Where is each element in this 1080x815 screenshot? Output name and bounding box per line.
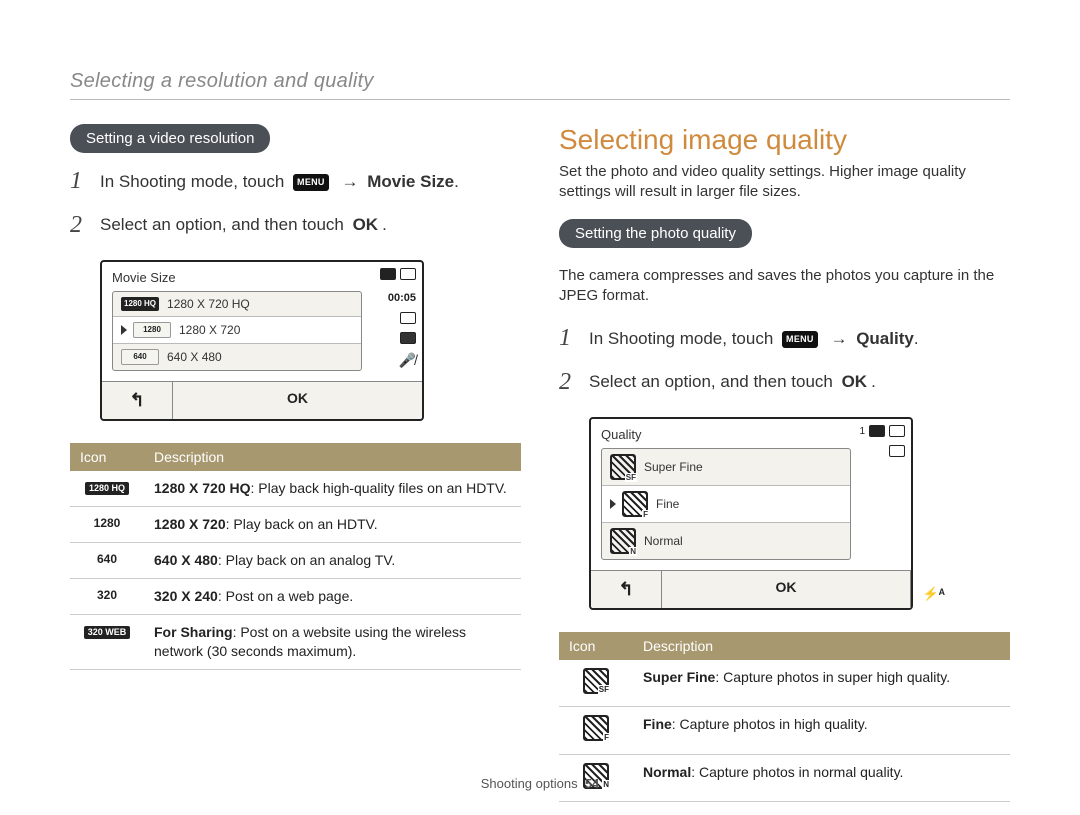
badge-f-icon <box>622 491 648 517</box>
th-description: Description <box>144 443 521 471</box>
left-column: Setting a video resolution 1 In Shooting… <box>70 124 521 802</box>
option-1280hq[interactable]: 1280 HQ 1280 X 720 HQ <box>113 292 361 316</box>
right-column: Selecting image quality Set the photo an… <box>559 124 1010 802</box>
ok-button[interactable]: OK <box>173 382 422 419</box>
video-resolution-table: Icon Description 1280 HQ 1280 X 720 HQ: … <box>70 443 521 669</box>
quality-screen: Quality Super Fine Fine <box>589 417 913 610</box>
option-list: 1280 HQ 1280 X 720 HQ 1280 1280 X 720 64… <box>112 291 362 371</box>
right-step-2: 2 Select an option, and then touch OK. <box>559 366 1010 400</box>
cell-1280-icon: 1280 <box>94 516 121 530</box>
pill-video-resolution: Setting a video resolution <box>70 124 270 153</box>
tag-1280-icon: 1280 <box>133 322 171 338</box>
screen-title: Movie Size <box>112 270 362 285</box>
arrow-icon: → <box>341 172 358 191</box>
ok-icon: OK <box>842 372 868 391</box>
cell-320-icon: 320 <box>97 588 117 602</box>
breadcrumb: Selecting a resolution and quality <box>70 70 1010 100</box>
back-button[interactable]: ↰ <box>102 382 173 419</box>
badge-sf-icon <box>583 668 609 694</box>
mic-off-icon: 🎤̸ <box>399 352 416 369</box>
badge-sf-icon <box>610 454 636 480</box>
cell-1280hq-icon: 1280 HQ <box>85 482 129 495</box>
fps-icon <box>400 332 416 344</box>
option-list: Super Fine Fine Normal <box>601 448 851 560</box>
pointer-icon <box>610 499 616 509</box>
tag-640-icon: 640 <box>121 349 159 365</box>
page-footer: Shooting options 54 <box>0 776 1080 791</box>
th-description: Description <box>633 632 1010 660</box>
movie-size-screen: Movie Size 1280 HQ 1280 X 720 HQ 1280 12… <box>100 260 424 421</box>
table-row: 640 640 X 480: Play back on an analog TV… <box>70 542 521 578</box>
table-row: 320 320 X 240: Post on a web page. <box>70 578 521 614</box>
section-title: Selecting image quality <box>559 124 1010 156</box>
page-number: 54 <box>585 776 599 791</box>
ok-button[interactable]: OK <box>662 571 911 608</box>
table-row: Super Fine: Capture photos in super high… <box>559 660 1010 707</box>
count: 1 <box>859 426 865 437</box>
section-intro: Set the photo and video quality settings… <box>559 162 1010 203</box>
card-icon <box>380 268 396 280</box>
th-icon: Icon <box>559 632 633 660</box>
option-normal[interactable]: Normal <box>602 522 850 559</box>
arrow-icon: → <box>830 329 847 348</box>
option-superfine[interactable]: Super Fine <box>602 449 850 485</box>
battery-icon <box>889 425 905 437</box>
badge-n-icon <box>610 528 636 554</box>
battery-icon <box>400 268 416 280</box>
flash-auto-icon: ⚡ᴬ <box>922 586 945 602</box>
tag-1280hq-icon: 1280 HQ <box>121 297 159 311</box>
cell-320web-icon: 320 WEB <box>84 626 131 639</box>
quality-side-icon <box>889 445 905 457</box>
timer: 00:05 <box>388 292 416 304</box>
table-row: Fine: Capture photos in high quality. <box>559 707 1010 754</box>
th-icon: Icon <box>70 443 144 471</box>
card-icon <box>869 425 885 437</box>
screen-title: Quality <box>601 427 851 442</box>
table-row: 1280 1280 X 720: Play back on an HDTV. <box>70 507 521 543</box>
cell-640-icon: 640 <box>97 552 117 566</box>
table-row: 1280 HQ 1280 X 720 HQ: Play back high-qu… <box>70 471 521 506</box>
left-step-1: 1 In Shooting mode, touch MENU → Movie S… <box>70 165 521 199</box>
sub-intro: The camera compresses and saves the phot… <box>559 266 1010 307</box>
option-fine[interactable]: Fine <box>602 485 850 522</box>
option-1280[interactable]: 1280 1280 X 720 <box>113 316 361 343</box>
back-button[interactable]: ↰ <box>591 571 662 608</box>
table-row: 320 WEB For Sharing: Post on a website u… <box>70 614 521 669</box>
left-step-2: 2 Select an option, and then touch OK. <box>70 209 521 243</box>
right-step-1: 1 In Shooting mode, touch MENU → Quality… <box>559 322 1010 356</box>
res-icon <box>400 312 416 324</box>
pointer-icon <box>121 325 127 335</box>
badge-f-icon <box>583 715 609 741</box>
pill-photo-quality: Setting the photo quality <box>559 219 752 248</box>
ok-icon: OK <box>353 215 379 234</box>
menu-icon: MENU <box>782 331 818 348</box>
option-640[interactable]: 640 640 X 480 <box>113 343 361 370</box>
menu-icon: MENU <box>293 174 329 191</box>
